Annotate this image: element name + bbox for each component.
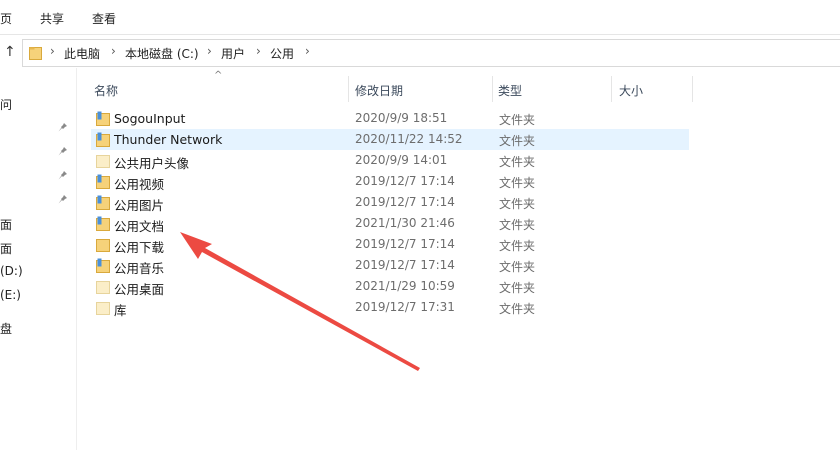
sort-ascending-icon: ^ bbox=[214, 70, 223, 81]
address-row: ↑ › 此电脑 › 本地磁盘 (C:) › 用户 › 公用 › bbox=[0, 34, 840, 69]
nav-item-desktop[interactable]: 面 bbox=[0, 216, 12, 233]
folder-doc-icon bbox=[96, 111, 110, 126]
file-type: 文件夹 bbox=[499, 113, 536, 127]
file-name: 库 bbox=[114, 303, 127, 318]
file-modified-date: 2019/12/7 17:14 bbox=[355, 237, 455, 251]
column-header-date[interactable]: 修改日期 bbox=[355, 82, 403, 99]
file-modified-date: 2020/11/22 14:52 bbox=[355, 132, 463, 146]
nav-item-drive-d[interactable]: (D:) bbox=[0, 264, 23, 278]
folder-empty-icon bbox=[96, 155, 110, 168]
address-bar[interactable]: › 此电脑 › 本地磁盘 (C:) › 用户 › 公用 › bbox=[22, 39, 840, 67]
file-modified-date: 2020/9/9 18:51 bbox=[355, 111, 448, 125]
ribbon-tab-view[interactable]: 查看 bbox=[92, 10, 116, 27]
column-header-size[interactable]: 大小 bbox=[619, 82, 643, 99]
pin-icon[interactable] bbox=[58, 194, 68, 204]
file-name: 公用音乐 bbox=[114, 261, 165, 276]
file-row[interactable]: 公用桌面 2021/1/29 10:59 文件夹 bbox=[91, 276, 689, 297]
file-name: 公用下载 bbox=[114, 240, 165, 255]
chevron-right-icon[interactable]: › bbox=[305, 44, 310, 58]
file-type: 文件夹 bbox=[499, 218, 536, 232]
file-type: 文件夹 bbox=[499, 134, 536, 148]
folder-doc-icon bbox=[96, 195, 110, 210]
file-modified-date: 2019/12/7 17:31 bbox=[355, 300, 455, 314]
file-name: 公用视频 bbox=[114, 177, 165, 192]
breadcrumb-local-disk[interactable]: 本地磁盘 (C:) bbox=[125, 45, 199, 62]
column-header-name[interactable]: 名称 bbox=[94, 82, 118, 99]
file-modified-date: 2019/12/7 17:14 bbox=[355, 174, 455, 188]
file-row[interactable]: 公用图片 2019/12/7 17:14 文件夹 bbox=[91, 192, 689, 213]
up-arrow-icon[interactable]: ↑ bbox=[4, 45, 18, 59]
file-row[interactable]: 公用视频 2019/12/7 17:14 文件夹 bbox=[91, 171, 689, 192]
column-divider[interactable] bbox=[492, 76, 493, 102]
breadcrumb-public[interactable]: 公用 bbox=[270, 45, 294, 62]
file-row[interactable]: 库 2019/12/7 17:31 文件夹 bbox=[91, 297, 689, 318]
nav-item-disk[interactable]: 盘 bbox=[0, 320, 12, 337]
file-name: SogouInput bbox=[114, 111, 186, 126]
file-modified-date: 2021/1/30 21:46 bbox=[355, 216, 455, 230]
file-name: 公共用户头像 bbox=[114, 156, 190, 171]
folder-doc-icon bbox=[96, 132, 110, 147]
file-type: 文件夹 bbox=[499, 197, 536, 211]
pin-icon[interactable] bbox=[58, 170, 68, 180]
column-divider[interactable] bbox=[348, 76, 349, 102]
file-modified-date: 2019/12/7 17:14 bbox=[355, 195, 455, 209]
file-modified-date: 2019/12/7 17:14 bbox=[355, 258, 455, 272]
file-name: 公用桌面 bbox=[114, 282, 165, 297]
column-divider[interactable] bbox=[611, 76, 612, 102]
folder-icon bbox=[96, 239, 110, 252]
pin-icon[interactable] bbox=[58, 122, 68, 132]
folder-doc-icon bbox=[96, 258, 110, 273]
breadcrumb-users[interactable]: 用户 bbox=[221, 45, 245, 62]
ribbon-tab-share[interactable]: 共享 bbox=[40, 10, 64, 27]
file-row[interactable]: 公共用户头像 2020/9/9 14:01 文件夹 bbox=[91, 150, 689, 171]
chevron-right-icon[interactable]: › bbox=[256, 44, 261, 58]
chevron-right-icon[interactable]: › bbox=[50, 44, 55, 58]
pin-icon[interactable] bbox=[58, 146, 68, 156]
file-row[interactable]: 公用文档 2021/1/30 21:46 文件夹 bbox=[91, 213, 689, 234]
file-type: 文件夹 bbox=[499, 155, 536, 169]
file-name: 公用图片 bbox=[114, 198, 165, 213]
chevron-right-icon[interactable]: › bbox=[207, 44, 212, 58]
folder-empty-icon bbox=[96, 281, 110, 294]
file-row[interactable]: Thunder Network 2020/11/22 14:52 文件夹 bbox=[91, 129, 689, 150]
ribbon-tab-home[interactable]: 页 bbox=[0, 10, 12, 27]
nav-item-quick-access[interactable]: 问 bbox=[0, 96, 12, 113]
nav-item-drive-e[interactable]: (E:) bbox=[0, 288, 21, 302]
folder-doc-icon bbox=[96, 216, 110, 231]
folder-empty-icon bbox=[96, 302, 110, 315]
file-type: 文件夹 bbox=[499, 176, 536, 190]
folder-doc-icon bbox=[96, 174, 110, 189]
chevron-right-icon[interactable]: › bbox=[111, 44, 116, 58]
file-name: Thunder Network bbox=[114, 132, 223, 147]
folder-icon bbox=[29, 47, 42, 60]
column-header-type[interactable]: 类型 bbox=[498, 82, 522, 99]
file-type: 文件夹 bbox=[499, 239, 536, 253]
file-type: 文件夹 bbox=[499, 260, 536, 274]
file-row[interactable]: SogouInput 2020/9/9 18:51 文件夹 bbox=[91, 108, 689, 129]
file-name: 公用文档 bbox=[114, 219, 165, 234]
column-divider[interactable] bbox=[692, 76, 693, 102]
breadcrumb-this-pc[interactable]: 此电脑 bbox=[64, 45, 100, 62]
navigation-pane: 问 面 面 (D:) (E:) 盘 bbox=[0, 68, 77, 450]
file-type: 文件夹 bbox=[499, 302, 536, 316]
file-modified-date: 2020/9/9 14:01 bbox=[355, 153, 448, 167]
file-modified-date: 2021/1/29 10:59 bbox=[355, 279, 455, 293]
ribbon: 页 共享 查看 bbox=[0, 0, 840, 34]
file-type: 文件夹 bbox=[499, 281, 536, 295]
column-header-row: ^ 名称 修改日期 类型 大小 bbox=[76, 68, 840, 102]
file-row[interactable]: 公用下载 2019/12/7 17:14 文件夹 bbox=[91, 234, 689, 255]
file-row[interactable]: 公用音乐 2019/12/7 17:14 文件夹 bbox=[91, 255, 689, 276]
nav-item-desktop-2[interactable]: 面 bbox=[0, 240, 12, 257]
